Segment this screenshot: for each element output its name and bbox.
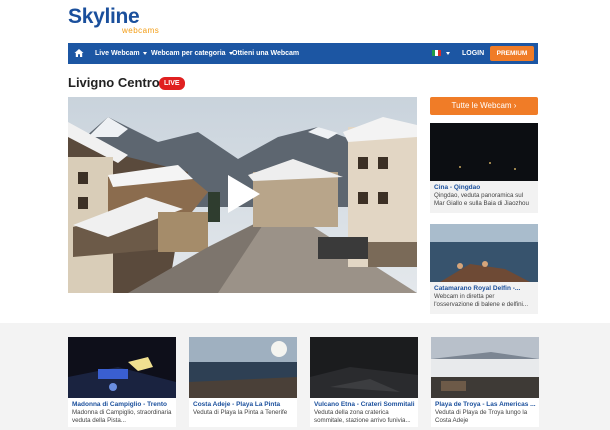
nav-item-ottieni-webcam[interactable]: Ottieni una Webcam — [232, 50, 299, 57]
card-description: Veduta di Playa de Troya lungo la Costa … — [435, 409, 528, 424]
webcam-card[interactable]: Costa Adeje - Playa La Pinta Veduta di P… — [189, 337, 297, 427]
webcam-thumbnail — [310, 337, 418, 398]
card-description: Veduta di Playa la Pinta a Tenerife — [193, 409, 288, 416]
play-icon[interactable] — [228, 175, 260, 213]
webcam-thumbnail — [68, 337, 176, 398]
card-description: Webcam in diretta per l'osservazione di … — [434, 293, 529, 308]
webcam-thumbnail — [430, 224, 538, 282]
webcam-card[interactable]: Madonna di Campiglio - Trento Madonna di… — [68, 337, 176, 427]
card-description: Madonna di Campiglio, straordinaria vedu… — [72, 409, 172, 424]
webcam-card[interactable]: Vulcano Etna - Crateri Sommitali Veduta … — [310, 337, 418, 427]
card-title[interactable]: Madonna di Campiglio - Trento — [68, 398, 176, 408]
site-logo[interactable]: Skyline webcams — [68, 5, 159, 36]
all-webcams-button[interactable]: Tutte le Webcam › — [430, 97, 538, 115]
page-title: Livigno Centro — [68, 75, 160, 90]
home-icon[interactable] — [74, 48, 84, 58]
webcam-thumbnail — [189, 337, 297, 398]
chevron-down-icon[interactable] — [446, 52, 450, 55]
language-selector[interactable] — [432, 50, 441, 56]
card-title[interactable]: Vulcano Etna - Crateri Sommitali — [310, 398, 418, 408]
live-badge: LIVE — [159, 77, 185, 90]
webcam-thumbnail — [431, 337, 539, 398]
webcam-card[interactable]: Catamarano Royal Delfin -... Webcam in d… — [430, 224, 538, 314]
video-player[interactable] — [68, 97, 417, 293]
card-title[interactable]: Catamarano Royal Delfin -... — [430, 282, 538, 292]
flag-stripe — [438, 50, 441, 56]
webcam-card[interactable]: Playa de Troya - Las Americas ... Veduta… — [431, 337, 539, 427]
webcam-card[interactable]: Cina - Qingdao Qingdao, veduta panoramic… — [430, 123, 538, 213]
nav-item-label: Webcam per categoria — [151, 50, 226, 57]
chevron-down-icon — [142, 51, 147, 55]
card-title[interactable]: Cina - Qingdao — [430, 181, 538, 191]
main-nav: Live Webcam Webcam per categoria Ottieni… — [68, 43, 538, 64]
card-description: Qingdao, veduta panoramica sul Mar Giall… — [434, 192, 529, 207]
nav-item-label: Ottieni una Webcam — [232, 50, 300, 57]
login-link[interactable]: LOGIN — [462, 50, 484, 57]
logo-text: Skyline — [68, 5, 140, 28]
card-description: Veduta della zona craterica sommitale, s… — [314, 409, 411, 424]
logo-subtext: webcams — [122, 26, 160, 35]
card-title[interactable]: Costa Adeje - Playa La Pinta — [189, 398, 297, 408]
card-title[interactable]: Playa de Troya - Las Americas ... — [431, 398, 539, 408]
webcam-thumbnail — [430, 123, 538, 181]
nav-item-live-webcam[interactable]: Live Webcam — [95, 50, 147, 57]
nav-item-webcam-per-categoria[interactable]: Webcam per categoria — [151, 50, 233, 57]
nav-item-label: Live Webcam — [95, 50, 140, 57]
premium-button[interactable]: PREMIUM — [490, 46, 534, 61]
